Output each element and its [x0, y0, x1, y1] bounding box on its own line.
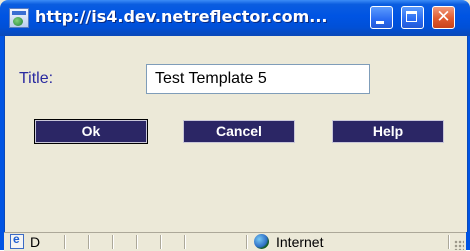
status-text: D [30, 234, 41, 250]
ie-page-icon [9, 8, 29, 28]
close-icon: ✕ [436, 7, 451, 27]
maximize-button[interactable] [401, 6, 424, 29]
globe-icon [254, 234, 269, 249]
cancel-button[interactable]: Cancel [183, 120, 295, 143]
minimize-button[interactable] [370, 6, 393, 29]
ok-button[interactable]: Ok [34, 119, 148, 144]
title-bar[interactable]: http://is4.dev.netreflector.com... ✕ [0, 0, 470, 36]
popup-window: http://is4.dev.netreflector.com... ✕ Tit… [0, 0, 470, 251]
status-divider [64, 235, 65, 249]
status-divider [184, 235, 185, 249]
window-title: http://is4.dev.netreflector.com... [35, 7, 328, 26]
status-divider [246, 235, 247, 249]
status-bar: D Internet [4, 232, 466, 251]
help-button[interactable]: Help [332, 120, 444, 143]
title-label: Title: [19, 70, 54, 87]
ie-page-icon [10, 232, 24, 249]
status-divider [448, 235, 449, 249]
title-input[interactable] [146, 64, 370, 94]
status-divider [160, 235, 161, 249]
status-divider [136, 235, 137, 249]
status-divider [112, 235, 113, 249]
status-divider [88, 235, 89, 249]
security-zone-label: Internet [276, 234, 324, 250]
close-button[interactable]: ✕ [432, 6, 455, 29]
dialog-content: Title: Ok Cancel Help [4, 36, 468, 232]
resize-grip-icon[interactable] [454, 240, 464, 250]
